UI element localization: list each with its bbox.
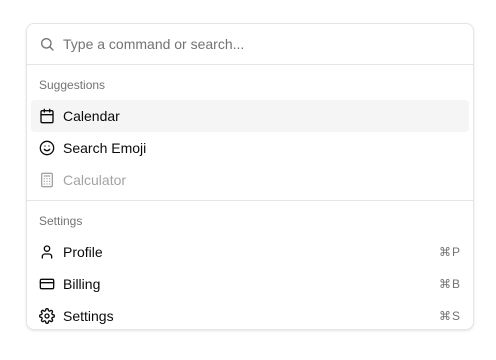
command-item-search-emoji[interactable]: Search Emoji — [31, 132, 469, 164]
command-item-calendar[interactable]: Calendar — [31, 100, 469, 132]
credit-card-icon — [39, 276, 55, 292]
shortcut-hint: ⌘S — [438, 309, 461, 323]
search-bar — [27, 24, 473, 65]
suggestions-group: Suggestions Calendar Search Emoji Calcul… — [27, 65, 473, 200]
gear-icon — [39, 308, 55, 324]
group-heading-settings: Settings — [39, 214, 83, 228]
search-input[interactable] — [63, 36, 461, 52]
group-heading-suggestions: Suggestions — [39, 78, 106, 92]
command-item-label: Billing — [63, 276, 101, 292]
command-item-label: Calculator — [63, 172, 127, 188]
command-item-label: Settings — [63, 308, 114, 324]
command-item-profile[interactable]: Profile ⌘P — [31, 236, 469, 268]
command-item-billing[interactable]: Billing ⌘B — [31, 268, 469, 300]
command-palette: Suggestions Calendar Search Emoji Calcul… — [26, 23, 474, 330]
command-item-label: Calendar — [63, 108, 120, 124]
command-item-label: Search Emoji — [63, 140, 147, 156]
shortcut-hint: ⌘B — [438, 277, 461, 291]
command-item-label: Profile — [63, 244, 103, 260]
command-item-calculator: Calculator — [31, 164, 469, 196]
user-icon — [39, 244, 55, 260]
command-item-settings[interactable]: Settings ⌘S — [31, 300, 469, 329]
smile-icon — [39, 140, 55, 156]
shortcut-hint: ⌘P — [438, 245, 461, 259]
settings-group: Settings Profile ⌘P Billing ⌘B Settings … — [27, 201, 473, 329]
search-icon — [39, 36, 55, 52]
calendar-icon — [39, 108, 55, 124]
calculator-icon — [39, 172, 55, 188]
